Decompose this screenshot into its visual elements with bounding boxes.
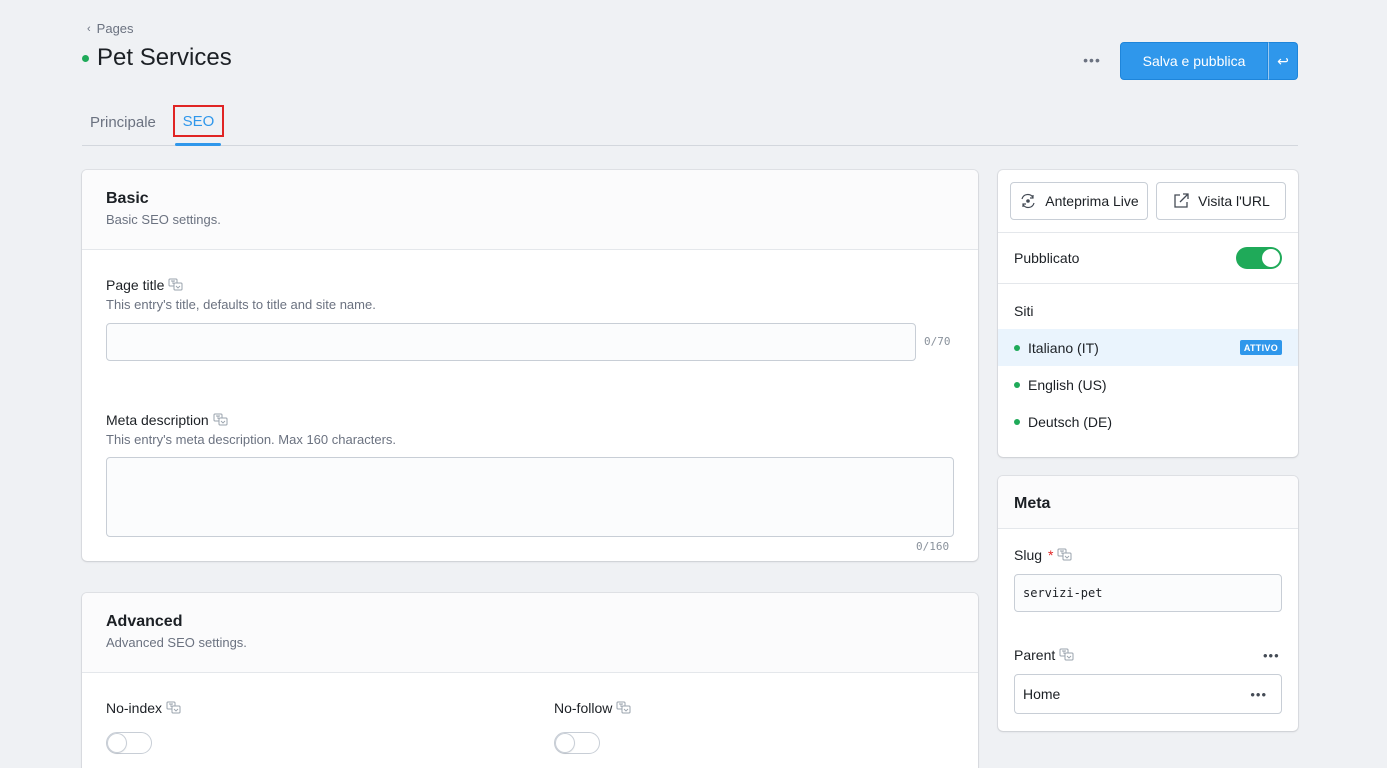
site-name: Deutsch (DE) bbox=[1028, 413, 1113, 430]
advanced-section: Advanced Advanced SEO settings. No-index… bbox=[82, 593, 978, 768]
external-link-icon bbox=[1174, 193, 1189, 208]
divider bbox=[998, 232, 1298, 233]
status-dot-icon bbox=[82, 54, 89, 62]
section-title: Advanced bbox=[106, 613, 183, 630]
tab-seo[interactable]: SEO bbox=[173, 105, 224, 137]
parent-label-text: Parent bbox=[1014, 647, 1056, 663]
site-status-dot-icon bbox=[1014, 418, 1020, 425]
no-follow-toggle[interactable] bbox=[554, 732, 600, 754]
sites-label: Siti bbox=[1014, 303, 1034, 319]
site-item-english[interactable]: English (US) bbox=[998, 366, 1298, 403]
breadcrumb[interactable]: ‹ Pages bbox=[87, 21, 134, 36]
parent-options-button[interactable]: ••• bbox=[1263, 648, 1280, 663]
meta-header: Meta bbox=[998, 476, 1298, 529]
site-item-italiano[interactable]: Italiano (IT) ATTIVO bbox=[998, 329, 1298, 366]
translate-icon bbox=[213, 413, 228, 426]
parent-value: Home bbox=[1023, 686, 1061, 702]
translate-icon bbox=[168, 278, 183, 291]
parent-select[interactable]: Home ••• bbox=[1014, 674, 1282, 714]
section-subtitle: Basic SEO settings. bbox=[106, 212, 221, 227]
slug-label-text: Slug bbox=[1014, 547, 1043, 563]
site-name: English (US) bbox=[1028, 376, 1107, 393]
translate-icon bbox=[1059, 648, 1074, 661]
page-title-counter: 0/70 bbox=[924, 335, 951, 348]
more-actions-button[interactable]: ••• bbox=[1080, 50, 1104, 70]
page-title-label: Page title bbox=[106, 277, 184, 293]
publish-button-group: Salva e pubblica ↩ bbox=[1120, 42, 1298, 80]
meta-description-counter: 0/160 bbox=[916, 540, 950, 553]
page-title: Pet Services bbox=[97, 44, 232, 71]
live-preview-button[interactable]: Anteprima Live bbox=[1010, 182, 1148, 220]
live-preview-label: Anteprima Live bbox=[1045, 193, 1139, 209]
site-status-dot-icon bbox=[1014, 381, 1020, 388]
meta-description-textarea[interactable] bbox=[106, 457, 954, 537]
page-header: Pet Services bbox=[82, 44, 232, 72]
publish-sidebar: Anteprima Live Visita l'URL Pubblicato S… bbox=[998, 170, 1298, 457]
parent-label: Parent bbox=[1014, 647, 1075, 663]
no-follow-label-text: No-follow bbox=[554, 700, 613, 716]
tab-bar: Principale SEO bbox=[82, 104, 1298, 146]
meta-description-label: Meta description bbox=[106, 412, 229, 428]
site-status-dot-icon bbox=[1014, 344, 1020, 351]
translate-icon bbox=[166, 701, 181, 714]
return-arrow-icon: ↩ bbox=[1277, 52, 1289, 69]
slug-input[interactable]: servizi-pet bbox=[1014, 574, 1282, 612]
section-subtitle: Advanced SEO settings. bbox=[106, 635, 247, 650]
site-name: Italiano (IT) bbox=[1028, 339, 1099, 356]
save-publish-button[interactable]: Salva e pubblica bbox=[1120, 42, 1268, 80]
section-title: Basic bbox=[106, 190, 149, 207]
page-title-input[interactable] bbox=[106, 323, 916, 361]
meta-sidebar: Meta Slug * servizi-pet Parent ••• Home … bbox=[998, 476, 1298, 731]
active-badge: ATTIVO bbox=[1239, 340, 1282, 355]
live-preview-icon bbox=[1021, 193, 1035, 209]
chevron-left-icon: ‹ bbox=[87, 22, 91, 35]
active-tab-indicator bbox=[175, 143, 221, 146]
required-marker: * bbox=[1048, 547, 1054, 563]
parent-item-options-button[interactable]: ••• bbox=[1250, 687, 1267, 702]
toggle-knob bbox=[108, 734, 126, 752]
publish-options-button[interactable]: ↩ bbox=[1268, 42, 1298, 80]
tab-principale[interactable]: Principale bbox=[90, 114, 156, 131]
toggle-knob bbox=[1262, 249, 1280, 267]
site-item-deutsch[interactable]: Deutsch (DE) bbox=[998, 403, 1298, 440]
page-title-label-text: Page title bbox=[106, 277, 165, 293]
translate-icon bbox=[1057, 548, 1072, 561]
basic-section: Basic Basic SEO settings. Page title Thi… bbox=[82, 170, 978, 561]
tab-seo-label: SEO bbox=[182, 112, 215, 130]
slug-label: Slug * bbox=[1014, 547, 1073, 563]
visit-url-button[interactable]: Visita l'URL bbox=[1156, 182, 1286, 220]
published-toggle[interactable] bbox=[1236, 247, 1282, 269]
advanced-section-header: Advanced Advanced SEO settings. bbox=[82, 593, 978, 673]
no-index-label-text: No-index bbox=[106, 700, 163, 716]
visit-url-label: Visita l'URL bbox=[1198, 193, 1270, 209]
no-index-label: No-index bbox=[106, 700, 182, 716]
page-title-help: This entry's title, defaults to title an… bbox=[106, 297, 376, 312]
published-label: Pubblicato bbox=[1014, 250, 1080, 266]
toggle-knob bbox=[556, 734, 574, 752]
translate-icon bbox=[616, 701, 631, 714]
section-title: Meta bbox=[1014, 495, 1051, 512]
basic-section-header: Basic Basic SEO settings. bbox=[82, 170, 978, 250]
breadcrumb-label[interactable]: Pages bbox=[97, 21, 134, 36]
divider bbox=[998, 283, 1298, 284]
meta-description-help: This entry's meta description. Max 160 c… bbox=[106, 432, 397, 447]
meta-description-label-text: Meta description bbox=[106, 412, 209, 428]
no-index-toggle[interactable] bbox=[106, 732, 152, 754]
no-follow-label: No-follow bbox=[554, 700, 632, 716]
